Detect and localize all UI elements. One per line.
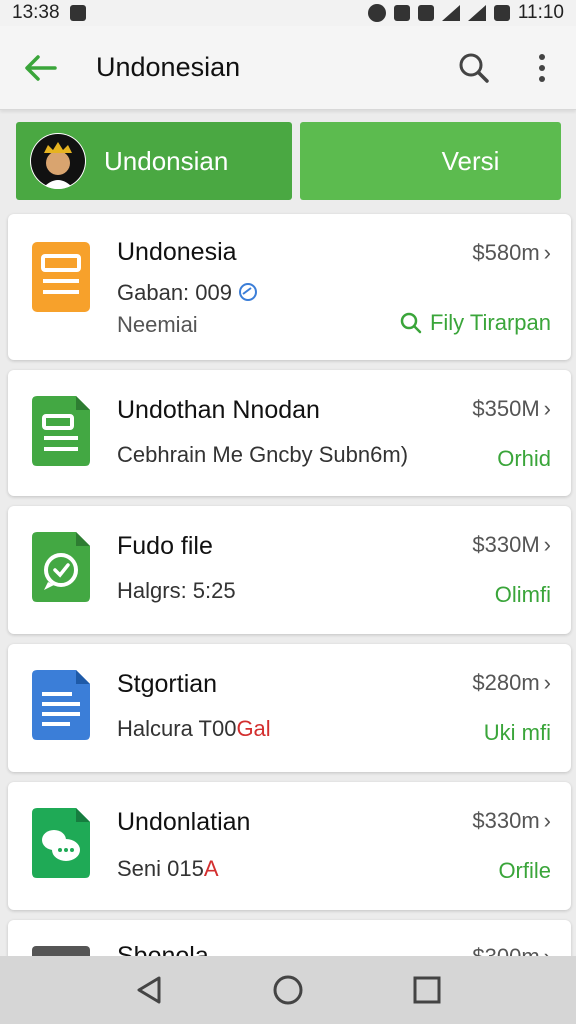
nav-recents-button[interactable] [397,960,457,1020]
tab-bar: Undonsian Versi [16,122,561,200]
status-time: 13:38 [12,2,60,23]
circle-home-icon [273,975,303,1005]
avatar [30,133,86,189]
tab-versi[interactable]: Versi [300,122,561,200]
list-item[interactable]: Undonesia Gaban: 009 Neemiai $580m › Fil… [8,214,571,360]
chat-icon [32,532,90,602]
item-price: $280m › [472,670,551,695]
search-button[interactable] [440,26,508,110]
item-name: Undonesia [117,238,237,266]
chevron-right-icon: › [543,396,551,421]
doc-icon [32,670,90,740]
item-subtitle: Cebhrain Me Gncby Subn6m) [117,442,409,467]
battery-icon [493,5,510,21]
page-title: Undonesian [96,52,241,82]
item-subtitle: Halcura T00Gal [117,716,271,741]
item-subtitle: Gaban: 009 [117,280,258,306]
item-name: Undonlatian [117,808,251,836]
nfc-icon [393,5,410,21]
chevron-right-icon: › [543,240,551,265]
nav-back-button[interactable] [119,960,179,1020]
item-status: Orhid [497,446,551,471]
list-item[interactable]: Undothan Nnodan Cebhrain Me Gncby Subn6m… [8,370,571,496]
chevron-right-icon: › [543,808,551,833]
status-clock: 11:10 [517,2,564,23]
sheet-icon [32,396,90,466]
item-status: Olimfi [494,582,551,607]
sync-icon [367,4,386,22]
triangle-back-icon [137,976,161,1004]
more-options-button[interactable] [508,26,576,110]
item-subtitle: Seni 015A [117,856,219,881]
arrow-left-icon [25,54,57,81]
app-bar: Undonesian [0,26,576,110]
document-icon [32,242,90,312]
item-subtitle: Halgrs: 5:25 [117,578,236,603]
wifi-icon [441,5,460,21]
item-status: Uki mfi [483,720,551,745]
tab-label: Versi [441,145,500,176]
item-price: $350M › [472,396,551,421]
item-price: $330M › [472,532,551,557]
globe-icon [239,283,258,301]
tab-label: Undonsian [104,145,229,176]
square-recents-icon [413,976,441,1004]
list-item[interactable]: Undonlatian Seni 015A $330m › Orfile [8,782,571,910]
chevron-right-icon: › [543,670,551,695]
vibrate-icon [417,5,434,21]
search-icon [459,53,489,83]
more-vert-icon [539,53,545,82]
back-button[interactable] [0,54,80,82]
item-price: $580m › [472,240,551,265]
item-status: Fily Tirarpan [400,310,551,336]
signal-icon [467,5,486,21]
tab-undonsian[interactable]: Undonsian [16,122,292,200]
list-item[interactable]: Stgortian Halcura T00Gal $280m › Uki mfi [8,644,571,772]
item-status: Orfile [498,858,551,883]
nav-home-button[interactable] [258,960,318,1020]
item-name: Stgortian [117,670,218,698]
system-nav-bar [0,956,576,1024]
status-bar: 13:38 11:10 [0,0,576,26]
item-price: $330m › [472,808,551,833]
message-icon [32,808,90,878]
item-name: Undothan Nnodan [117,396,320,424]
item-detail: Neemiai [117,312,198,337]
notification-icon [69,5,86,21]
item-name: Fudo file [117,532,213,560]
search-icon [400,312,422,334]
list-item[interactable]: Fudo file Halgrs: 5:25 $330M › Olimfi [8,506,571,634]
chevron-right-icon: › [543,532,551,557]
